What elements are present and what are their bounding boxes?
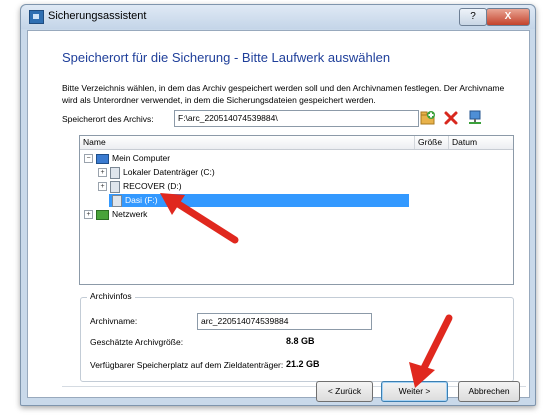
free-space-value: 21.2 GB <box>286 359 320 369</box>
next-button[interactable]: Weiter > <box>381 381 448 402</box>
column-size[interactable]: Größe <box>415 136 449 149</box>
wizard-page: Speicherort für die Sicherung - Bitte La… <box>27 30 530 398</box>
tree-header: Name Größe Datum <box>80 136 513 150</box>
app-icon <box>29 10 44 24</box>
tree-item-drive-f-selected[interactable]: Dasi (F:) <box>109 194 409 207</box>
network-icon <box>96 209 109 220</box>
tree-item-label: Mein Computer <box>112 153 171 163</box>
footer-divider <box>62 386 526 387</box>
expand-icon[interactable]: + <box>84 210 93 220</box>
tree-item-drive-c[interactable]: + Lokaler Datenträger (C:) <box>98 166 215 179</box>
cancel-button[interactable]: Abbrechen <box>458 381 520 402</box>
help-button[interactable]: ? <box>459 8 487 26</box>
page-heading: Speicherort für die Sicherung - Bitte La… <box>62 50 391 65</box>
tree-item-label: Dasi (F:) <box>125 195 158 205</box>
column-date[interactable]: Datum <box>449 136 482 149</box>
dialog-window: Sicherungsassistent ? X Speicherort für … <box>20 4 536 406</box>
archive-info-label: Archivinfos <box>87 291 135 301</box>
drive-icon <box>110 180 120 193</box>
expand-icon[interactable]: + <box>98 182 107 192</box>
drive-icon <box>112 194 122 207</box>
tree-item-label: Lokaler Datenträger (C:) <box>123 167 215 177</box>
expand-icon[interactable]: + <box>98 168 107 178</box>
archive-path-input[interactable]: F:\arc_220514074539884\ <box>174 110 419 127</box>
archive-size-label: Geschätzte Archivgröße: <box>90 337 184 347</box>
archive-name-label: Archivname: <box>90 316 138 326</box>
network-drive-icon[interactable] <box>467 110 483 126</box>
title-bar[interactable]: Sicherungsassistent ? X <box>21 5 535 29</box>
window-title: Sicherungsassistent <box>48 10 147 22</box>
drive-icon <box>110 166 120 179</box>
close-button[interactable]: X <box>486 8 530 26</box>
folder-tree[interactable]: Name Größe Datum − Mein Computer + Lokaler… <box>79 135 514 285</box>
page-description: Bitte Verzeichnis wählen, in dem das Arc… <box>62 83 505 105</box>
collapse-icon[interactable]: − <box>84 154 93 164</box>
tree-item-drive-d[interactable]: + RECOVER (D:) <box>98 180 182 193</box>
tree-item-network[interactable]: + Netzwerk <box>84 208 147 221</box>
path-label: Speicherort des Archivs: <box>62 114 154 124</box>
computer-icon <box>96 153 109 164</box>
tree-item-label: RECOVER (D:) <box>123 181 182 191</box>
back-button[interactable]: < Zurück <box>316 381 373 402</box>
folder-add-icon[interactable] <box>420 110 436 126</box>
archive-name-input[interactable]: arc_220514074539884 <box>197 313 372 330</box>
free-space-label: Verfügbarer Speicherplatz auf dem Zielda… <box>90 360 284 370</box>
tree-item-my-computer[interactable]: − Mein Computer <box>84 152 170 165</box>
tree-item-label: Netzwerk <box>112 209 148 219</box>
column-name[interactable]: Name <box>80 136 415 149</box>
archive-size-value: 8.8 GB <box>286 336 315 346</box>
delete-x-icon[interactable] <box>443 110 459 126</box>
